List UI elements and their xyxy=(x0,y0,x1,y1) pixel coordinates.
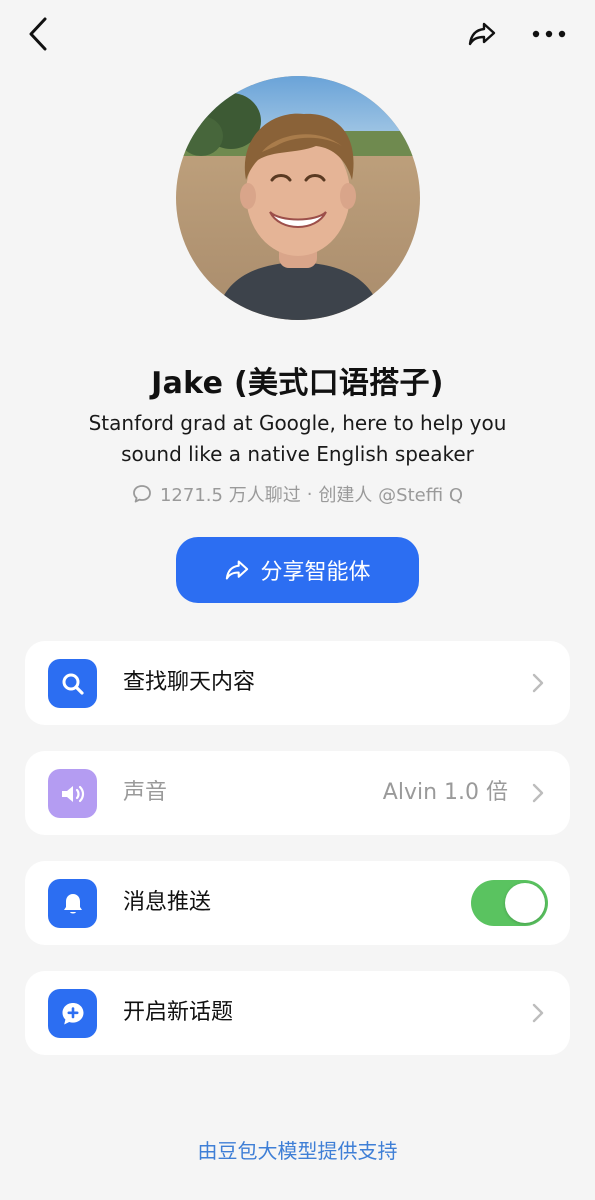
more-button[interactable] xyxy=(528,16,570,52)
search-chat-row[interactable]: 查找聊天内容 xyxy=(25,641,570,725)
notification-toggle[interactable] xyxy=(471,880,548,926)
chat-bubble-icon xyxy=(132,484,152,504)
top-bar xyxy=(0,0,595,70)
chevron-left-icon xyxy=(29,17,47,51)
share-top-button[interactable] xyxy=(462,16,502,52)
powered-by-link[interactable]: 由豆包大模型提供支持 xyxy=(0,1135,595,1164)
toggle-knob xyxy=(505,883,545,923)
notification-label: 消息推送 xyxy=(123,890,212,915)
back-button[interactable] xyxy=(20,14,56,54)
new-topic-label: 开启新话题 xyxy=(123,1000,234,1025)
voice-label: 声音 xyxy=(123,780,168,805)
new-topic-icon xyxy=(48,989,97,1038)
share-agent-button[interactable]: 分享智能体 xyxy=(176,537,419,603)
creator-link[interactable]: 创建人 @Steffi Q xyxy=(318,481,463,507)
more-dots-icon xyxy=(532,30,566,38)
voice-row[interactable]: 声音 Alvin 1.0 倍 xyxy=(25,751,570,835)
chevron-right-icon xyxy=(532,1003,544,1023)
share-arrow-icon xyxy=(468,22,496,46)
profile-description: Stanford grad at Google, here to help yo… xyxy=(88,411,507,466)
chevron-right-icon xyxy=(532,673,544,693)
share-agent-label: 分享智能体 xyxy=(260,560,371,585)
chevron-right-icon xyxy=(532,783,544,803)
avatar[interactable] xyxy=(176,76,420,320)
profile-meta: 1271.5 万人聊过 · 创建人 @Steffi Q xyxy=(0,481,595,507)
speaker-icon xyxy=(48,769,97,818)
voice-value: Alvin 1.0 倍 xyxy=(382,780,508,805)
profile-name: Jake (美式口语搭子) xyxy=(151,366,444,401)
share-arrow-icon xyxy=(224,559,250,581)
new-topic-row[interactable]: 开启新话题 xyxy=(25,971,570,1055)
search-chat-label: 查找聊天内容 xyxy=(123,670,256,695)
search-icon xyxy=(48,659,97,708)
notification-row: 消息推送 xyxy=(25,861,570,945)
bell-icon xyxy=(48,879,97,928)
meta-separator: · xyxy=(306,483,313,505)
chat-count: 1271.5 万人聊过 xyxy=(159,485,301,506)
